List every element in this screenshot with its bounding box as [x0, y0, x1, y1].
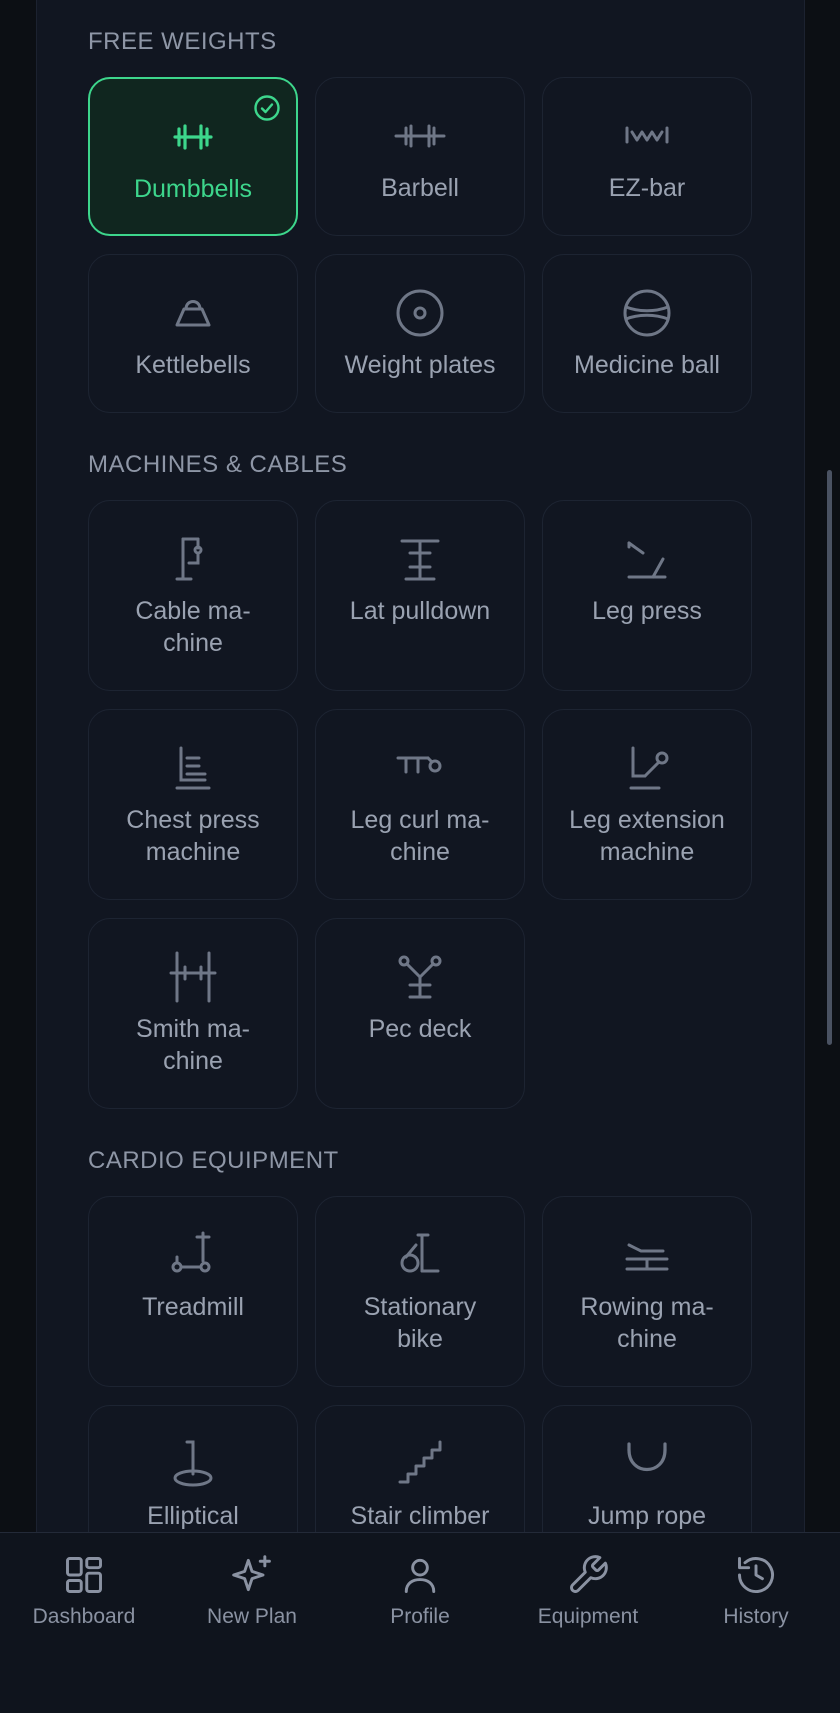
equipment-card-label: Leg extension machine: [569, 806, 725, 866]
wrench-icon: [570, 1555, 608, 1593]
equipment-card-label: Medicine ball: [574, 351, 720, 379]
leg-press-icon: [627, 541, 667, 579]
nav-item-dashboard[interactable]: Dashboard: [0, 1553, 168, 1629]
equipment-card[interactable]: Barbell: [315, 77, 525, 236]
equipment-card-label: Pec deck: [368, 1015, 472, 1043]
equipment-card-label: Jump rope: [587, 1502, 707, 1530]
equipment-card-label: Leg press: [592, 597, 702, 625]
equipment-card-label: Lat pulldown: [349, 597, 491, 625]
section-title-cardio-equipment: CARDIO EQUIPMENT: [88, 1147, 339, 1174]
lat-pulldown-icon: [400, 539, 440, 581]
equipment-card-label: Stationary bike: [363, 1293, 477, 1353]
equipment-card-label: Rowing ma- chine: [580, 1293, 714, 1353]
nav-item-equipment[interactable]: Equipment: [504, 1553, 672, 1629]
equipment-screen: FREE WEIGHTS MACHINES & CABLES CARDIO EQ…: [0, 0, 840, 1713]
smith-machine-icon: [169, 951, 217, 1003]
equipment-card[interactable]: Leg extension machine: [542, 709, 752, 900]
equipment-card-label: Treadmill: [142, 1293, 244, 1321]
equipment-card-label: Smith ma- chine: [136, 1015, 250, 1075]
nav-item-history[interactable]: History: [672, 1553, 840, 1629]
equipment-card-label: EZ-bar: [608, 174, 686, 202]
pec-deck-icon: [398, 955, 442, 999]
nav-label-equipment: Equipment: [537, 1605, 639, 1628]
equipment-card[interactable]: Chest press machine: [88, 709, 298, 900]
sparkle-icon: [232, 1555, 271, 1592]
equipment-card-label: Weight plates: [344, 351, 496, 379]
chest-press-icon: [175, 746, 211, 790]
weight-plate-icon: [396, 289, 444, 337]
ez-bar-icon: [625, 126, 669, 144]
medicine-ball-icon: [623, 289, 671, 337]
rowing-machine-icon: [625, 1243, 669, 1271]
barbell-icon: [394, 124, 446, 148]
nav-item-profile[interactable]: Profile: [336, 1553, 504, 1629]
equipment-card[interactable]: Rowing ma- chine: [542, 1196, 752, 1387]
dumbbell-icon: [173, 124, 213, 150]
equipment-card[interactable]: Dumbbells: [88, 77, 298, 236]
jump-rope-icon: [627, 1442, 667, 1472]
equipment-card[interactable]: Leg curl ma- chine: [315, 709, 525, 900]
stair-climber-icon: [398, 1440, 442, 1484]
nav-label-new-plan: New Plan: [207, 1605, 297, 1628]
bottom-nav: Dashboard New Plan Profile Equipment His…: [0, 1532, 840, 1713]
equipment-card[interactable]: Cable ma- chine: [88, 500, 298, 691]
equipment-card-label: Kettlebells: [135, 351, 251, 379]
equipment-card[interactable]: Medicine ball: [542, 254, 752, 413]
leg-extension-icon: [629, 746, 669, 790]
equipment-card[interactable]: Leg press: [542, 500, 752, 691]
history-icon: [738, 1557, 774, 1593]
equipment-card-label: Chest press machine: [126, 806, 260, 866]
equipment-card-label: Barbell: [381, 174, 459, 202]
equipment-card-label: Leg curl ma- chine: [350, 806, 490, 866]
nav-label-history: History: [723, 1605, 789, 1628]
equipment-card-label: Elliptical: [147, 1502, 239, 1530]
equipment-card-label: Dumbbells: [133, 175, 253, 203]
kettlebell-icon: [175, 300, 211, 327]
leg-curl-icon: [396, 756, 442, 774]
equipment-card[interactable]: Lat pulldown: [315, 500, 525, 691]
check-circle-icon: [254, 95, 280, 121]
equipment-card[interactable]: Smith ma- chine: [88, 918, 298, 1109]
section-title-free-weights: FREE WEIGHTS: [88, 28, 277, 55]
nav-label-profile: Profile: [390, 1605, 450, 1628]
equipment-card[interactable]: Treadmill: [88, 1196, 298, 1387]
scrollbar-thumb[interactable]: [827, 470, 832, 1045]
elliptical-icon: [173, 1440, 213, 1487]
equipment-card[interactable]: EZ-bar: [542, 77, 752, 236]
equipment-card[interactable]: Weight plates: [315, 254, 525, 413]
nav-item-new-plan[interactable]: New Plan: [168, 1553, 336, 1629]
equipment-card[interactable]: Kettlebells: [88, 254, 298, 413]
nav-label-dashboard: Dashboard: [32, 1605, 136, 1628]
cable-machine-icon: [175, 537, 203, 581]
dashboard-icon: [66, 1557, 102, 1593]
equipment-card[interactable]: Pec deck: [315, 918, 525, 1109]
treadmill-icon: [171, 1231, 211, 1273]
equipment-card[interactable]: Stationary bike: [315, 1196, 525, 1387]
equipment-card-label: Stair climber: [350, 1502, 490, 1530]
stationary-bike-icon: [400, 1233, 440, 1273]
equipment-card-label: Cable ma- chine: [135, 597, 251, 657]
user-icon: [404, 1558, 436, 1593]
section-title-machines-cables: MACHINES & CABLES: [88, 451, 348, 478]
